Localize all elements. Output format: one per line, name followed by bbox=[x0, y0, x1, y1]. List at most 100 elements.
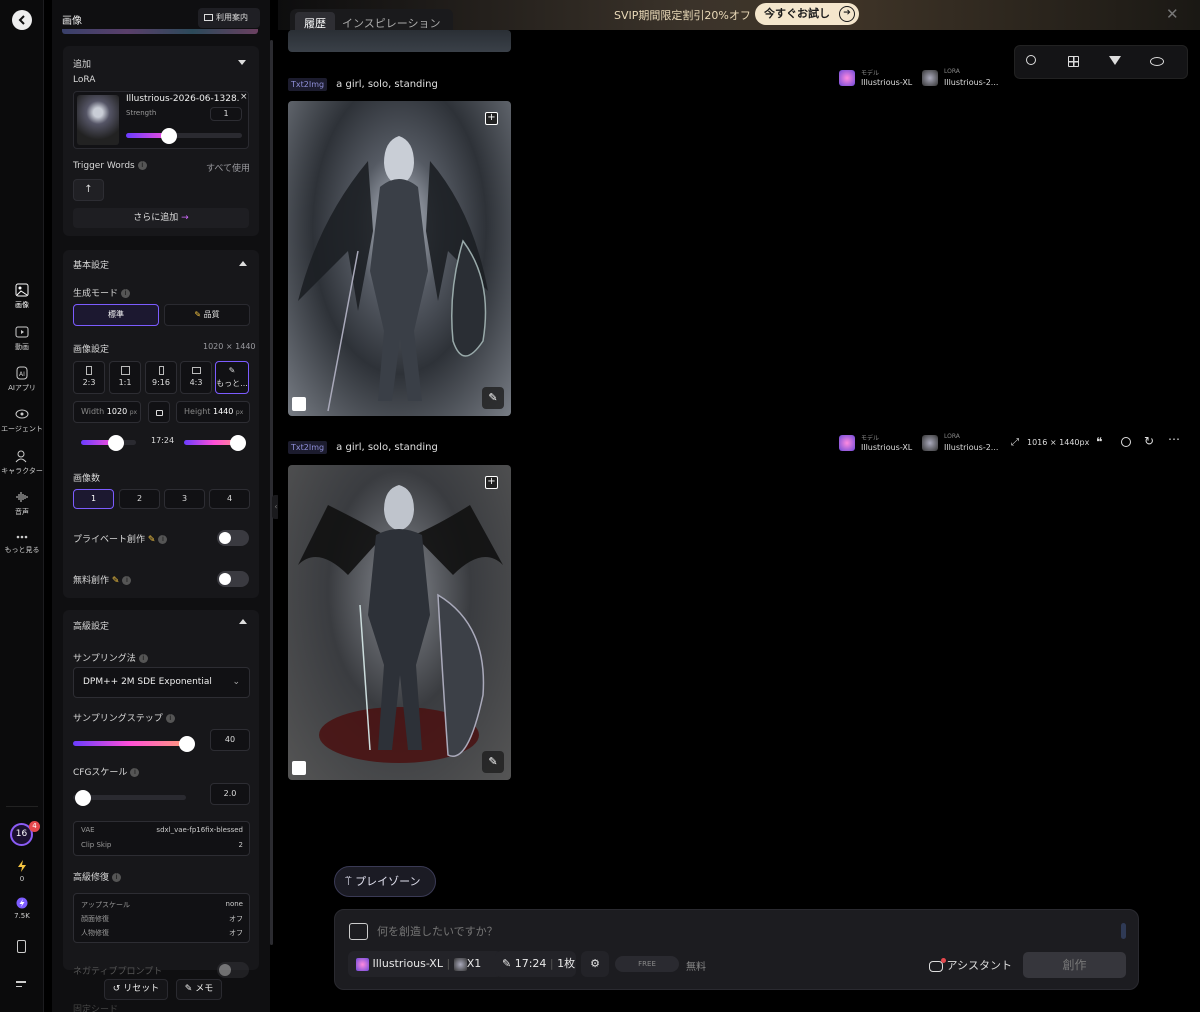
edit-icon[interactable]: ✎ bbox=[482, 387, 504, 409]
slider-knob[interactable] bbox=[75, 790, 91, 806]
grid-view-icon[interactable] bbox=[1068, 56, 1079, 67]
filter-icon[interactable] bbox=[1109, 56, 1121, 65]
close-banner-icon[interactable]: ✕ bbox=[1166, 5, 1179, 23]
lora-name[interactable]: Illustrious-2... bbox=[944, 443, 998, 452]
width-field[interactable]: Width 1020 px bbox=[73, 401, 141, 423]
more-options-icon[interactable]: ⋯ bbox=[1168, 432, 1180, 446]
cfg-input[interactable]: 2.0 bbox=[210, 783, 250, 805]
assistant-button[interactable]: アシスタント bbox=[929, 957, 1012, 973]
chevron-up-icon[interactable] bbox=[239, 619, 247, 624]
ratio-4-3[interactable]: 4:3 bbox=[180, 361, 212, 394]
prompt-input[interactable] bbox=[377, 920, 1097, 942]
memo-button[interactable]: ✎ メモ bbox=[176, 979, 222, 1000]
free-toggle[interactable] bbox=[217, 571, 249, 587]
mode-standard-button[interactable]: 標準 bbox=[73, 304, 159, 326]
edit-icon[interactable]: ✎ bbox=[482, 751, 504, 773]
mode-quality-button[interactable]: ✎ 品質 bbox=[164, 304, 250, 326]
lightning-icon bbox=[18, 860, 26, 872]
menu-icon[interactable] bbox=[16, 981, 28, 987]
trigger-upload-button[interactable]: ↑ bbox=[73, 179, 104, 201]
rail-item-video[interactable]: 動画 bbox=[0, 325, 44, 352]
chevron-up-icon[interactable] bbox=[239, 261, 247, 266]
reset-button[interactable]: ↺ リセット bbox=[104, 979, 168, 1000]
mode-tag: Txt2Img bbox=[288, 78, 328, 91]
rail-item-audio[interactable]: 音声 bbox=[0, 490, 44, 517]
strength-slider[interactable] bbox=[126, 128, 242, 144]
model-name[interactable]: Illustrious-XL bbox=[861, 443, 912, 452]
height-field[interactable]: Height 1440 px bbox=[176, 401, 250, 423]
lora-name[interactable]: Illustrious-2... bbox=[944, 78, 998, 87]
strength-input[interactable]: 1 bbox=[210, 107, 242, 121]
repair-box[interactable]: アップスケール none 顔面修復 オフ 人物修復 オフ bbox=[73, 893, 250, 943]
rail-item-image[interactable]: 画像 bbox=[0, 283, 44, 310]
free-toggle-chip[interactable]: FREE bbox=[615, 956, 679, 972]
negative-toggle[interactable] bbox=[217, 962, 249, 978]
regenerate-icon[interactable]: ↻ bbox=[1144, 434, 1154, 448]
save-icon[interactable] bbox=[292, 761, 306, 775]
lora-thumbnail bbox=[77, 95, 119, 145]
steps-slider[interactable] bbox=[73, 736, 195, 752]
slider-knob[interactable] bbox=[161, 128, 177, 144]
generated-image[interactable]: + ✎ bbox=[288, 101, 511, 416]
count-3[interactable]: 3 bbox=[164, 489, 205, 509]
generated-image[interactable]: + ✎ bbox=[288, 465, 511, 780]
height-slider[interactable] bbox=[184, 435, 246, 451]
quote-icon[interactable]: ❝ bbox=[1096, 435, 1102, 449]
unlock-icon bbox=[155, 409, 163, 416]
steps-input[interactable]: 40 bbox=[210, 729, 250, 751]
private-toggle[interactable] bbox=[217, 530, 249, 546]
expand-icon[interactable]: ⤢ bbox=[1011, 437, 1019, 448]
create-button[interactable]: 創作 bbox=[1023, 952, 1126, 978]
chevron-down-icon[interactable] bbox=[238, 60, 246, 65]
audio-wave-icon bbox=[16, 492, 28, 502]
close-icon[interactable]: × bbox=[240, 92, 248, 102]
reset-icon: ↺ bbox=[112, 984, 121, 994]
search-icon[interactable] bbox=[1026, 55, 1036, 65]
slider-knob[interactable] bbox=[179, 736, 195, 752]
eye-icon[interactable] bbox=[1150, 57, 1164, 66]
slider-knob[interactable] bbox=[230, 435, 246, 451]
ratio-1-1[interactable]: 1:1 bbox=[109, 361, 141, 394]
ratio-shape-icon bbox=[191, 367, 201, 374]
add-to-collection-icon[interactable]: + bbox=[485, 112, 498, 125]
count-4[interactable]: 4 bbox=[209, 489, 250, 509]
model-name[interactable]: Illustrious-XL bbox=[861, 78, 912, 87]
playzone-button[interactable]: ⍡ プレイゾーン bbox=[334, 866, 436, 897]
advanced-settings: 高級設定 サンプリング法 i DPM++ 2M SDE Exponential ⌄ … bbox=[63, 610, 259, 970]
ratio-2-3[interactable]: 2:3 bbox=[73, 361, 105, 394]
previous-image[interactable] bbox=[288, 30, 511, 52]
lock-ratio-button[interactable] bbox=[148, 401, 170, 423]
add-more-button[interactable]: さらに追加 → bbox=[73, 208, 249, 228]
panel-scrollbar[interactable] bbox=[270, 40, 273, 945]
credits-counter[interactable]: 7.5K bbox=[0, 897, 44, 920]
header-gradient-strip bbox=[62, 29, 258, 34]
energy-counter[interactable]: 0 bbox=[0, 860, 44, 883]
rail-item-aiapp[interactable]: AI AIアプリ bbox=[0, 366, 44, 393]
settings-panel: 画像 利用案内 追加 LoRA Illustrious-2026-06-1328… bbox=[52, 0, 270, 1012]
save-icon[interactable] bbox=[292, 397, 306, 411]
basic-settings: 基本設定 生成モード i 標準 ✎ 品質 画像設定 1020 × 1440 2:3… bbox=[63, 250, 259, 598]
use-all-link[interactable]: すべて使用 bbox=[206, 161, 250, 174]
width-slider[interactable] bbox=[81, 435, 136, 451]
guide-button[interactable]: 利用案内 bbox=[198, 8, 260, 28]
info-circle-icon[interactable] bbox=[1121, 437, 1131, 447]
count-1[interactable]: 1 bbox=[73, 489, 114, 509]
rail-item-agent[interactable]: エージェント bbox=[0, 407, 44, 434]
rail-item-character[interactable]: キャラクター bbox=[0, 449, 44, 476]
phone-icon[interactable] bbox=[17, 940, 26, 953]
slider-knob[interactable] bbox=[108, 435, 124, 451]
add-to-collection-icon[interactable]: + bbox=[485, 476, 498, 489]
count-2[interactable]: 2 bbox=[119, 489, 160, 509]
cfg-slider[interactable] bbox=[73, 790, 186, 806]
ratio-more[interactable]: ✎ もっと... bbox=[215, 361, 249, 394]
vae-box[interactable]: VAE sdxl_vae-fp16fix-blessed Clip Skip 2 bbox=[73, 821, 250, 856]
ratio-chip[interactable]: ✎ 17:24 | 1枚 bbox=[495, 951, 576, 977]
model-chip[interactable]: Illustrious-XL | X1 bbox=[348, 951, 502, 977]
logo-icon[interactable] bbox=[12, 10, 32, 30]
try-now-button[interactable]: 今すぐお試し ➔ bbox=[755, 3, 859, 25]
rail-item-more[interactable]: もっと見る bbox=[0, 532, 44, 555]
settings-chip[interactable]: ⚙ bbox=[581, 951, 609, 977]
sampler-select[interactable]: DPM++ 2M SDE Exponential ⌄ bbox=[73, 667, 250, 698]
image-upload-icon[interactable] bbox=[349, 923, 368, 940]
ratio-9-16[interactable]: 9:16 bbox=[145, 361, 177, 394]
